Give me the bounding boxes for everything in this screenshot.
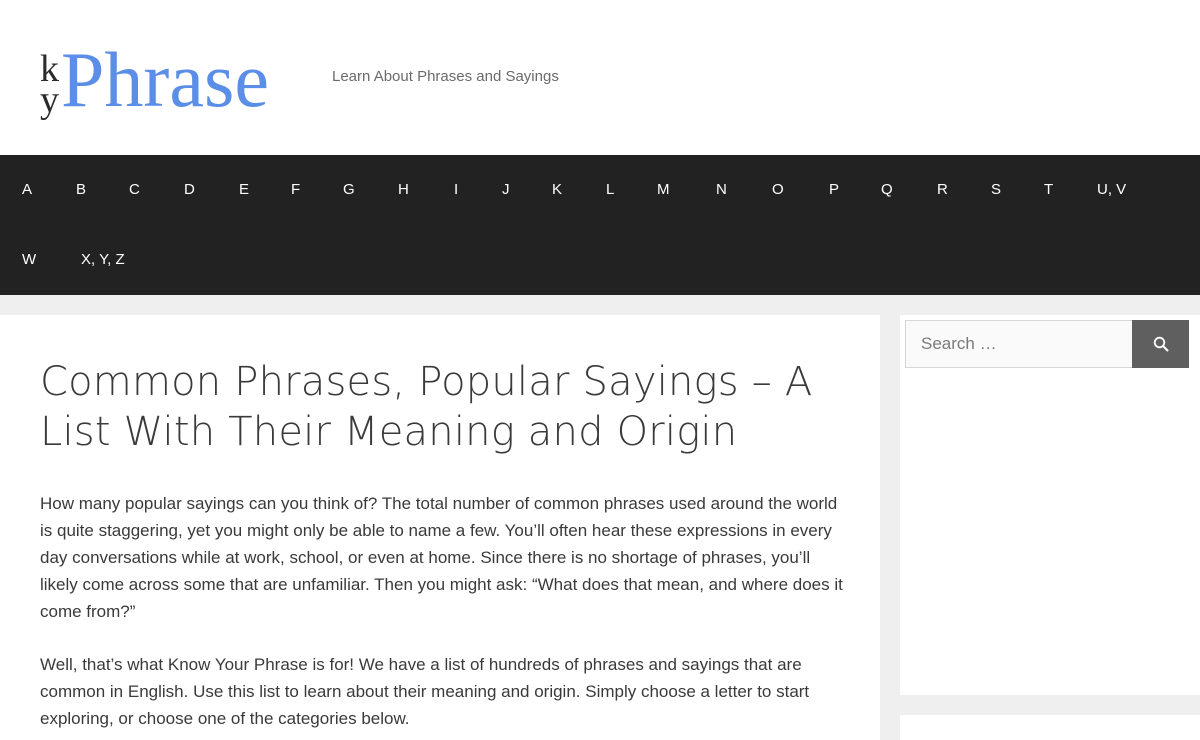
nav-item-o[interactable]: O [772, 155, 784, 225]
nav-item-g[interactable]: G [343, 155, 355, 225]
nav-item-j[interactable]: J [502, 155, 510, 225]
nav-item-c[interactable]: C [129, 155, 140, 225]
site-logo[interactable]: k y Phrase [40, 40, 269, 120]
site-tagline: Learn About Phrases and Sayings [332, 68, 559, 85]
page-title: Common Phrases, Popular Sayings – A List… [40, 359, 813, 455]
alphabet-nav: A B C D E F G H I J K L M N O P Q R S T … [0, 155, 1200, 295]
intro-paragraph-2: Well, that’s what Know Your Phrase is fo… [40, 655, 810, 728]
nav-item-b[interactable]: B [76, 155, 86, 225]
logo-ky-mark: k y [40, 50, 59, 121]
nav-item-h[interactable]: H [398, 155, 409, 225]
intro-paragraph-1: How many popular sayings can you think o… [40, 494, 843, 621]
logo-wordmark: Phrase [61, 36, 269, 123]
nav-item-u-v[interactable]: U, V [1097, 155, 1126, 225]
nav-item-i[interactable]: I [454, 155, 458, 225]
nav-item-n[interactable]: N [716, 155, 727, 225]
nav-item-w[interactable]: W [22, 225, 36, 295]
nav-item-k[interactable]: K [552, 155, 562, 225]
nav-item-x-y-z[interactable]: X, Y, Z [81, 225, 125, 295]
nav-item-l[interactable]: L [606, 155, 614, 225]
nav-item-r[interactable]: R [937, 155, 948, 225]
nav-item-m[interactable]: M [657, 155, 670, 225]
nav-item-a[interactable]: A [22, 155, 32, 225]
logo-ky-bottom: y [40, 79, 59, 121]
search-input[interactable] [905, 320, 1133, 368]
nav-item-s[interactable]: S [991, 155, 1001, 225]
nav-item-p[interactable]: P [829, 155, 839, 225]
search-icon [1153, 336, 1168, 352]
search-button[interactable] [1132, 320, 1189, 368]
nav-item-d[interactable]: D [184, 155, 195, 225]
nav-item-e[interactable]: E [239, 155, 249, 225]
nav-item-t[interactable]: T [1044, 155, 1053, 225]
main-content: Common Phrases, Popular Sayings – A List… [0, 315, 880, 740]
nav-item-q[interactable]: Q [881, 155, 893, 225]
site-header: k y Phrase Learn About Phrases and Sayin… [0, 0, 1200, 155]
sidebar-search-widget [900, 315, 1200, 695]
nav-item-f[interactable]: F [291, 155, 300, 225]
sidebar-widget-secondary [900, 715, 1200, 740]
